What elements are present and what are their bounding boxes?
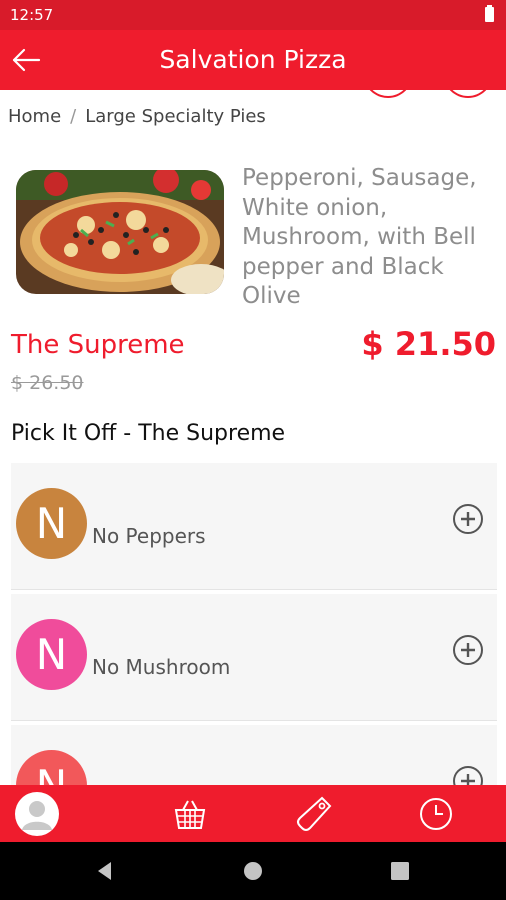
clock-icon[interactable] [414, 792, 458, 836]
product-old-price: $ 26.50 [11, 372, 84, 394]
option-card[interactable]: N No Peppers [11, 463, 497, 590]
product-description: Pepperoni, Sausage, White onion, Mushroo… [242, 165, 477, 309]
option-label: No Peppers [92, 524, 206, 548]
product-name: The Supreme [11, 330, 185, 360]
add-circle-icon[interactable] [452, 503, 484, 535]
option-avatar: N [16, 619, 87, 690]
status-time: 12:57 [10, 6, 54, 24]
breadcrumb-current[interactable]: Large Specialty Pies [85, 106, 266, 127]
app-bar: Salvation Pizza [0, 30, 506, 90]
profile-icon[interactable] [15, 792, 59, 836]
breadcrumb-home[interactable]: Home [8, 106, 61, 127]
breadcrumb: Home / Large Specialty Pies [8, 106, 266, 127]
option-avatar: N [16, 488, 87, 559]
product-image [16, 170, 224, 294]
basket-icon[interactable] [168, 792, 212, 836]
bottom-nav [0, 785, 506, 842]
section-title: Pick It Off - The Supreme [11, 421, 286, 446]
home-circle-icon[interactable] [238, 856, 268, 886]
status-bar: 12:57 [0, 0, 506, 30]
battery-icon [485, 5, 494, 22]
option-card[interactable]: N No Mushroom [11, 594, 497, 721]
back-triangle-icon[interactable] [90, 856, 120, 886]
option-label: No Mushroom [92, 655, 231, 679]
breadcrumb-separator: / [70, 106, 77, 127]
tag-icon[interactable] [292, 792, 336, 836]
pizza-photo-icon [16, 170, 224, 294]
product-price: $ 21.50 [361, 325, 496, 363]
recents-square-icon[interactable] [385, 856, 415, 886]
system-nav-bar [0, 842, 506, 900]
page-title: Salvation Pizza [159, 45, 347, 74]
add-circle-icon[interactable] [452, 634, 484, 666]
